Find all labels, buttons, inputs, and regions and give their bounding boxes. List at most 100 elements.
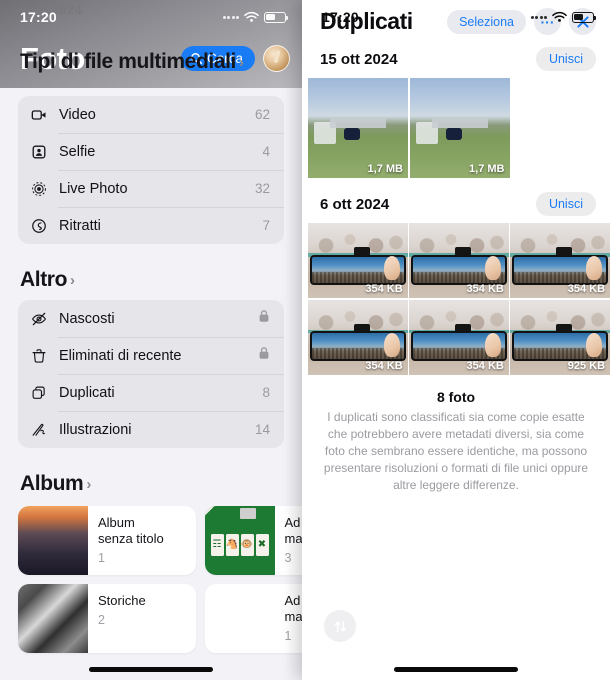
album-name: Ad ma bbox=[284, 593, 303, 624]
list-item[interactable]: Live Photo 32 bbox=[18, 170, 284, 207]
duplicates-description: I duplicati sono classificati sia come c… bbox=[323, 409, 589, 492]
list-item[interactable]: Nascosti bbox=[18, 300, 284, 337]
photo-thumbnail[interactable]: 354 KB bbox=[308, 223, 408, 298]
album-thumbnail bbox=[18, 506, 88, 575]
status-clock: 17:20 bbox=[20, 9, 57, 25]
right-status-bar: 17:20 bbox=[302, 0, 610, 34]
list-item-count: 4 bbox=[262, 144, 270, 159]
live-photo-icon bbox=[31, 181, 51, 197]
list-item[interactable]: Selfie 4 bbox=[18, 133, 284, 170]
illustration-icon bbox=[31, 422, 51, 438]
photo-size-label: 354 KB bbox=[365, 359, 403, 372]
lock-icon bbox=[258, 346, 270, 365]
dual-screenshot: 6 ott 2024 17:20 Foto Cerca Tipi di file… bbox=[0, 0, 610, 680]
list-item-label: Duplicati bbox=[59, 384, 115, 401]
other-section-header[interactable]: Altro › bbox=[20, 268, 302, 292]
album-count: 1 bbox=[98, 550, 105, 565]
list-item-label: Ritratti bbox=[59, 217, 101, 234]
photo-size-label: 925 KB bbox=[567, 359, 606, 372]
home-indicator bbox=[89, 667, 213, 672]
list-item-duplicati[interactable]: Duplicati 8 bbox=[18, 374, 284, 411]
group-header: 6 ott 2024 Unisci bbox=[302, 178, 610, 223]
status-indicators bbox=[222, 11, 289, 23]
album-section-header[interactable]: Album › bbox=[20, 472, 302, 496]
photo-thumbnail[interactable]: 354 KB bbox=[409, 299, 509, 375]
group-date: 15 ott 2024 bbox=[320, 50, 398, 68]
photo-count-label: 8 foto bbox=[436, 388, 476, 405]
wifi-icon bbox=[244, 11, 259, 22]
portrait-icon bbox=[31, 218, 51, 234]
duplicates-footer: 8 foto I duplicati sono classificati sia… bbox=[302, 375, 610, 494]
avatar[interactable] bbox=[263, 44, 290, 72]
duplicate-photo-row: 354 KB 354 KB 925 KB bbox=[302, 299, 610, 375]
album-card[interactable]: Album senza titolo 1 bbox=[18, 506, 196, 575]
group-date: 6 ott 2024 bbox=[320, 195, 390, 213]
album-card[interactable]: Ad ma 1 bbox=[204, 584, 303, 653]
list-item[interactable]: Eliminati di recente bbox=[18, 337, 284, 374]
album-section-label: Album bbox=[20, 472, 84, 495]
group-header: 15 ott 2024 Unisci bbox=[302, 45, 610, 78]
sort-button[interactable] bbox=[324, 610, 356, 642]
list-item-label: Live Photo bbox=[59, 180, 128, 197]
signal-dots-icon bbox=[530, 15, 547, 19]
album-thumbnail bbox=[204, 584, 275, 653]
photo-thumbnail[interactable]: 354 KB bbox=[308, 299, 408, 375]
merge-button[interactable]: Unisci bbox=[535, 47, 596, 71]
duplicates-panel: 17:20 Duplicati Seleziona ··· 15 ott 202… bbox=[302, 0, 610, 680]
photos-scroll-area[interactable]: Video 62 Selfie 4 Live Photo 32 Ritratti… bbox=[0, 88, 302, 680]
duplicate-photo-row: 354 KB 354 KB 354 KB bbox=[302, 223, 610, 298]
list-item-count: 7 bbox=[262, 218, 270, 233]
battery-icon bbox=[264, 11, 289, 23]
list-item[interactable]: Video 62 bbox=[18, 96, 284, 133]
home-indicator bbox=[394, 667, 518, 672]
album-count: 1 bbox=[284, 628, 292, 643]
list-item-label: Nascosti bbox=[59, 310, 115, 327]
list-item-count: 32 bbox=[254, 181, 270, 196]
lock-icon bbox=[258, 309, 270, 328]
photo-thumbnail[interactable]: 354 KB bbox=[409, 223, 509, 298]
photo-thumbnail[interactable]: 1,7 MB bbox=[308, 78, 408, 178]
media-types-section-header[interactable]: Tipi di file multimediali › bbox=[20, 50, 244, 74]
photo-size-label: 354 KB bbox=[365, 283, 403, 295]
album-count: 2 bbox=[98, 612, 105, 627]
duplicate-icon bbox=[31, 385, 51, 401]
list-item-count: 62 bbox=[254, 107, 270, 122]
list-item-count: 8 bbox=[262, 385, 270, 400]
selfie-icon bbox=[31, 144, 51, 160]
status-clock: 17:20 bbox=[322, 9, 359, 25]
eye-slash-icon bbox=[31, 311, 51, 327]
photo-thumbnail[interactable]: 925 KB bbox=[510, 299, 610, 375]
media-types-label: Tipi di file multimediali bbox=[20, 50, 236, 73]
chevron-right-icon: › bbox=[238, 53, 244, 71]
list-item-count: 14 bbox=[254, 422, 270, 437]
list-item[interactable]: Ritratti 7 bbox=[18, 207, 284, 244]
status-indicators bbox=[530, 11, 597, 23]
other-list: Nascosti Eliminati di recente Duplicati … bbox=[18, 300, 284, 448]
photo-size-label: 354 KB bbox=[567, 283, 606, 295]
media-types-list: Video 62 Selfie 4 Live Photo 32 Ritratti… bbox=[18, 96, 284, 244]
album-grid: Album senza titolo 1 ☶ 🐴 🐵 ✖ Ad ma 3 Sto… bbox=[0, 498, 302, 653]
video-icon bbox=[31, 107, 51, 123]
photo-size-label: 1,7 MB bbox=[469, 163, 505, 175]
list-item-label: Selfie bbox=[59, 143, 96, 160]
merge-button[interactable]: Unisci bbox=[535, 192, 596, 216]
duplicate-photo-row: 1,7 MB 1,7 MB bbox=[302, 78, 610, 178]
photo-thumbnail[interactable]: 354 KB bbox=[510, 223, 610, 298]
album-thumbnail: ☶ 🐴 🐵 ✖ bbox=[204, 506, 275, 575]
list-item[interactable]: Illustrazioni 14 bbox=[18, 411, 284, 448]
album-card[interactable]: Storiche 2 bbox=[18, 584, 196, 653]
photo-thumbnail[interactable]: 1,7 MB bbox=[409, 78, 510, 178]
photo-size-label: 1,7 MB bbox=[367, 163, 403, 175]
left-status-bar: 17:20 bbox=[0, 0, 302, 34]
chevron-right-icon: › bbox=[86, 475, 91, 493]
trash-icon bbox=[31, 348, 51, 364]
chevron-right-icon: › bbox=[70, 271, 75, 289]
wifi-icon bbox=[552, 11, 567, 22]
album-thumbnail bbox=[18, 584, 88, 653]
album-card[interactable]: ☶ 🐴 🐵 ✖ Ad ma 3 bbox=[204, 506, 302, 575]
album-name: Storiche bbox=[98, 593, 146, 608]
album-name: Album senza titolo bbox=[98, 515, 164, 546]
photo-size-label: 354 KB bbox=[466, 359, 504, 372]
list-item-label: Illustrazioni bbox=[59, 421, 132, 438]
other-section-label: Altro bbox=[20, 268, 67, 291]
